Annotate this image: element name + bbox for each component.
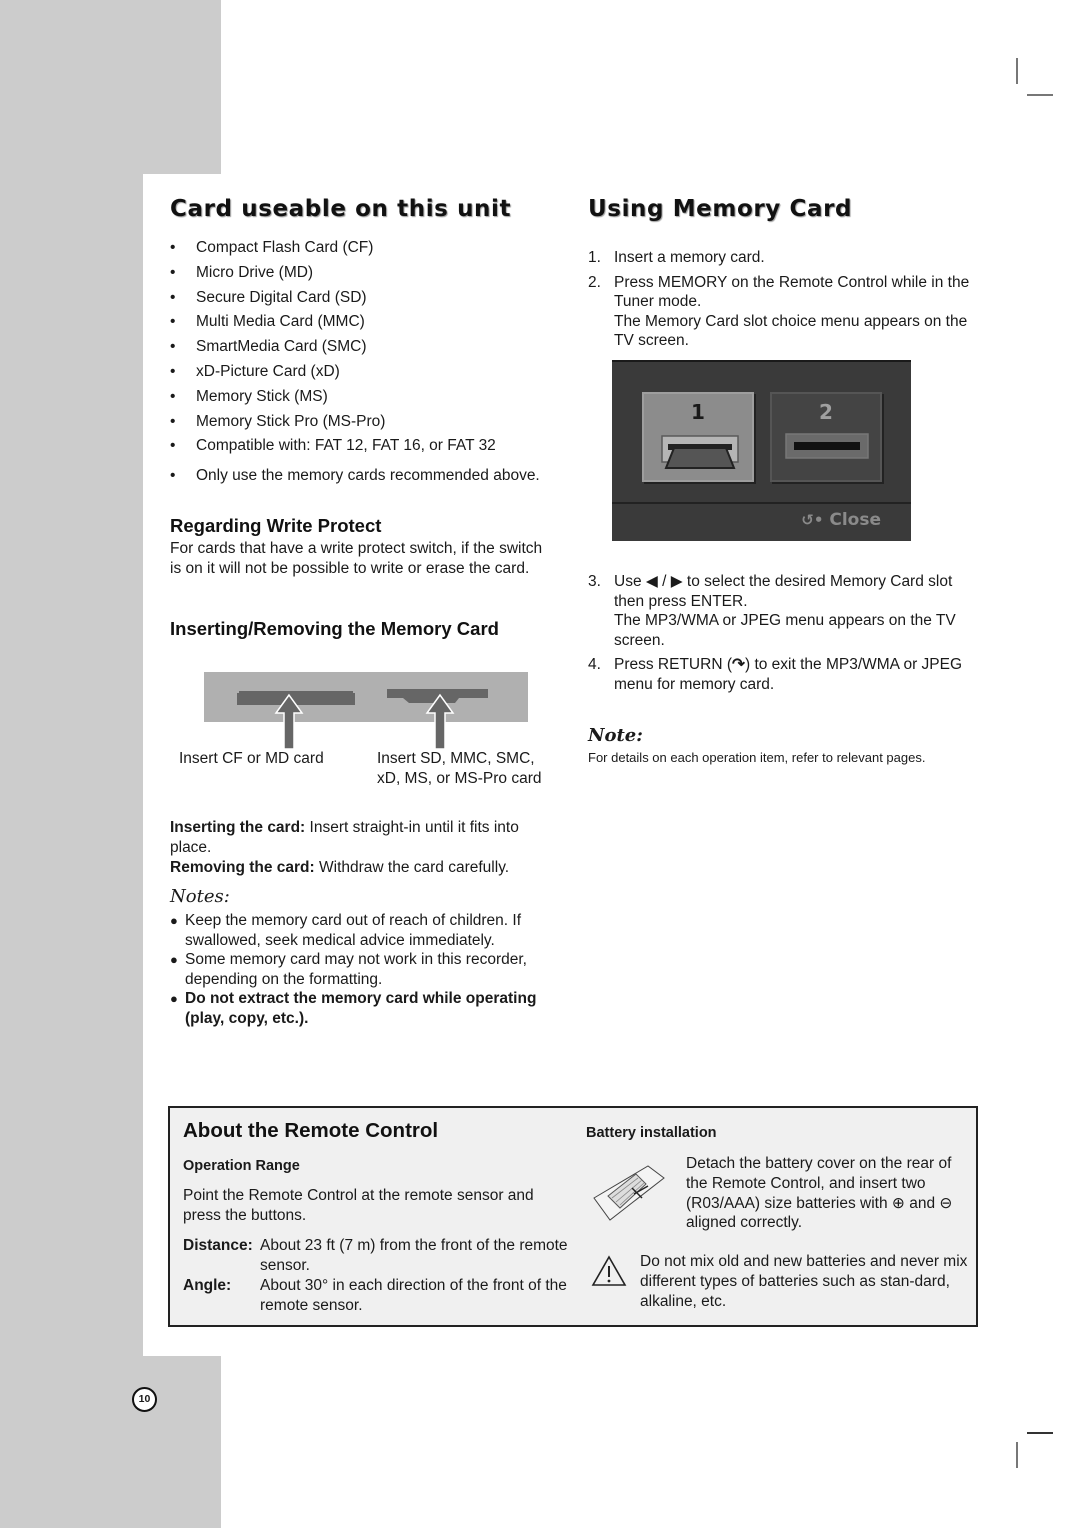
notes-list: ● Keep the memory card out of reach of ch…: [170, 911, 565, 1029]
card-type-list: • Compact Flash Card (CF) • Micro Drive (M…: [170, 238, 570, 461]
steps-list-1: 1. Insert a memory card. 2. Press MEMORY o…: [588, 248, 978, 351]
slot-1-label: 1: [691, 400, 705, 424]
list-item: • Compact Flash Card (CF): [170, 239, 374, 256]
list-item: ● Do not extract the memory card while op…: [170, 990, 537, 1027]
step-item: 4. Press RETURN (↷) to exit the MP3/WMA o…: [588, 656, 963, 693]
warning-text: Do not mix old and new batteries and nev…: [640, 1253, 968, 1310]
list-item: • Memory Stick (MS): [170, 387, 328, 405]
battery-heading: Battery installation: [586, 1125, 717, 1141]
list-item: • Micro Drive (MD): [170, 263, 314, 281]
return-icon: ↺•: [801, 511, 824, 529]
note-text: For details on each operation item, refe…: [588, 750, 926, 765]
remote-control-box: About the Remote Control Operation Range…: [168, 1106, 978, 1327]
page-margin-left: [0, 174, 143, 1356]
notes-title: Notes:: [170, 886, 230, 907]
page-margin-top: [0, 0, 221, 174]
crop-mark: [1016, 1442, 1018, 1468]
plus-icon: ⊕: [891, 1194, 905, 1212]
remote-title: About the Remote Control: [183, 1119, 439, 1142]
operation-range-text: Point the Remote Control at the remote s…: [183, 1187, 534, 1224]
sd-card-icon: [785, 433, 869, 459]
crop-mark: [1016, 58, 1018, 84]
list-item: ● Keep the memory card out of reach of ch…: [170, 912, 522, 949]
minus-icon: ⊖: [939, 1194, 953, 1212]
list-item: • xD-Picture Card (xD): [170, 362, 340, 380]
distance-row: Distance: About 23 ft (7 m) from the fro…: [183, 1237, 568, 1274]
cf-card-icon: [661, 435, 739, 469]
page-number: 10: [132, 1387, 157, 1412]
slot-1-button[interactable]: 1: [642, 392, 754, 482]
battery-text: Detach the battery cover on the rear of …: [686, 1155, 953, 1232]
list-item: • Multi Media Card (MMC): [170, 313, 365, 331]
step-item: 3. Use ◀ / ▶ to select the desired Memory…: [588, 573, 956, 649]
return-icon: ↷: [731, 656, 745, 674]
write-protect-text: For cards that have a write protect swit…: [170, 540, 543, 577]
crop-mark: [1027, 94, 1053, 96]
sd-slot-label-1: Insert SD, MMC, SMC,: [377, 750, 535, 767]
list-item: • Only use the memory cards recommended a…: [170, 467, 540, 484]
slot-2-label: 2: [819, 400, 833, 424]
only-use-note: • Only use the memory cards recommended a…: [170, 466, 570, 491]
list-item: • SmartMedia Card (SMC): [170, 338, 367, 356]
operation-range-heading: Operation Range: [183, 1158, 300, 1174]
section-title-cards: Card useable on this unit: [170, 196, 512, 222]
warning-icon: [591, 1255, 627, 1286]
inserting-heading: Inserting/Removing the Memory Card: [170, 618, 499, 639]
sd-slot-label-2: xD, MS, or MS-Pro card: [377, 770, 542, 787]
crop-mark: [1027, 1432, 1053, 1434]
menu-divider: [612, 502, 911, 504]
list-item: • Memory Stick Pro (MS-Pro): [170, 412, 386, 430]
cf-slot-label: Insert CF or MD card: [179, 750, 324, 767]
section-title-using: Using Memory Card: [588, 196, 853, 222]
note-title: Note:: [588, 725, 643, 746]
memory-slot-menu: 1 2 ↺• Close: [612, 360, 911, 541]
inserting-instructions: Inserting the card: Insert straight-in u…: [170, 819, 519, 876]
step-item: 1. Insert a memory card.: [588, 249, 765, 266]
close-button[interactable]: ↺• Close: [801, 510, 881, 530]
step-item: 2. Press MEMORY on the Remote Control whi…: [588, 273, 970, 350]
steps-list-2: 3. Use ◀ / ▶ to select the desired Memory…: [588, 572, 983, 695]
list-item: • Secure Digital Card (SD): [170, 288, 367, 306]
page-margin-bottom: [0, 1356, 221, 1528]
write-protect-heading: Regarding Write Protect: [170, 515, 382, 536]
list-item: ● Some memory card may not work in this r…: [170, 951, 527, 988]
slot-2-button[interactable]: 2: [770, 392, 882, 482]
list-item: • Compatible with: FAT 12, FAT 16, or FAT…: [170, 437, 496, 455]
card-slot-diagram: [204, 672, 528, 749]
remote-battery-icon: [593, 1165, 665, 1221]
angle-row: Angle: About 30° in each direction of th…: [183, 1277, 567, 1314]
cf-slot: [237, 691, 355, 705]
